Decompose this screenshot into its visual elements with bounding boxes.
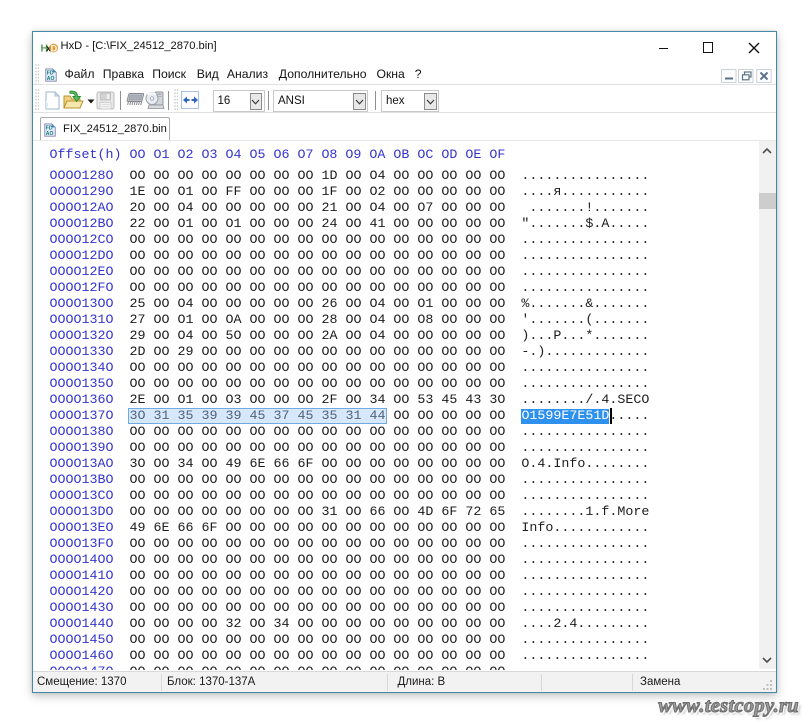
svg-text:AO: AO	[46, 76, 54, 82]
svg-text:D: D	[50, 43, 57, 53]
svg-text:AO: AO	[46, 131, 54, 137]
